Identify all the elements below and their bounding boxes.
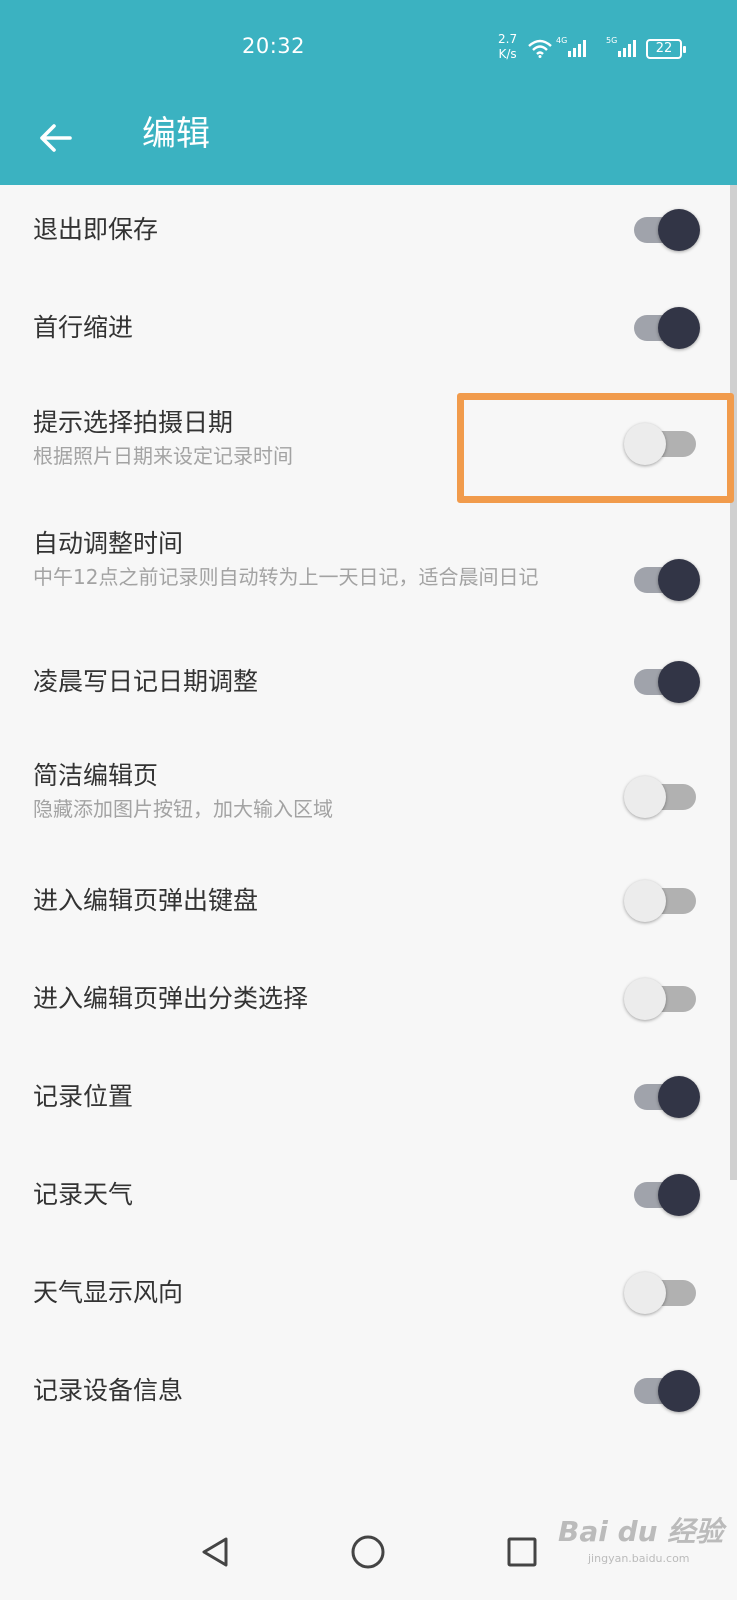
signal-2-icon: 5G bbox=[606, 36, 638, 62]
nav-recents-button[interactable] bbox=[497, 1527, 547, 1577]
setting-title: 进入编辑页弹出键盘 bbox=[33, 886, 259, 915]
signal-1-label: 4G bbox=[556, 36, 568, 45]
setting-row-late-night[interactable]: 凌晨写日记日期调整 bbox=[0, 645, 730, 742]
setting-row-keyboard[interactable]: 进入编辑页弹出键盘 bbox=[0, 868, 730, 966]
scrollbar[interactable] bbox=[730, 185, 737, 1180]
setting-title: 记录位置 bbox=[33, 1082, 134, 1111]
setting-row-wind[interactable]: 天气显示风向 bbox=[0, 1260, 730, 1358]
toggle-switch[interactable] bbox=[632, 305, 700, 351]
wifi-icon bbox=[528, 39, 552, 58]
setting-title: 自动调整时间 bbox=[33, 529, 184, 558]
setting-row-weather[interactable]: 记录天气 bbox=[0, 1162, 730, 1260]
setting-title: 记录设备信息 bbox=[33, 1376, 184, 1405]
setting-title: 退出即保存 bbox=[33, 215, 159, 244]
setting-title: 天气显示风向 bbox=[33, 1278, 184, 1307]
setting-title: 提示选择拍摄日期 bbox=[33, 408, 234, 437]
net-speed-value: 2.7 bbox=[498, 32, 518, 46]
highlight-annotation-box bbox=[457, 393, 734, 503]
toggle-switch[interactable] bbox=[632, 1074, 700, 1120]
setting-row-device[interactable]: 记录设备信息 bbox=[0, 1358, 730, 1456]
settings-screen: 20:32 2.7 K/s 4G 5G 22 编辑 退出即保存 首行缩进 提示选… bbox=[0, 0, 737, 1600]
toggle-switch[interactable] bbox=[624, 1270, 700, 1316]
toolbar: 编辑 bbox=[0, 95, 737, 185]
status-bar: 20:32 2.7 K/s 4G 5G 22 bbox=[0, 0, 737, 95]
net-speed-unit: K/s bbox=[498, 47, 517, 61]
toggle-switch[interactable] bbox=[624, 976, 700, 1022]
toggle-switch[interactable] bbox=[632, 1368, 700, 1414]
arrow-left-icon bbox=[40, 124, 72, 152]
toggle-switch[interactable] bbox=[632, 659, 700, 705]
battery-icon: 22 bbox=[646, 39, 686, 59]
setting-row-auto-adjust[interactable]: 自动调整时间 中午12点之前记录则自动转为上一天日记，适合晨间日记 bbox=[0, 505, 730, 645]
net-speed: 2.7 K/s bbox=[498, 32, 517, 62]
setting-title: 凌晨写日记日期调整 bbox=[33, 667, 259, 696]
back-button[interactable] bbox=[30, 113, 80, 163]
setting-title: 首行缩进 bbox=[33, 313, 134, 342]
setting-title: 记录天气 bbox=[33, 1180, 134, 1209]
toggle-switch[interactable] bbox=[632, 207, 700, 253]
setting-row-indent[interactable]: 首行缩进 bbox=[0, 283, 730, 381]
setting-title: 进入编辑页弹出分类选择 bbox=[33, 984, 309, 1013]
square-recents-icon bbox=[507, 1537, 537, 1567]
settings-list: 退出即保存 首行缩进 提示选择拍摄日期 根据照片日期来设定记录时间 自动调整时间… bbox=[0, 185, 730, 1456]
toggle-switch[interactable] bbox=[624, 878, 700, 924]
setting-subtitle: 中午12点之前记录则自动转为上一天日记，适合晨间日记 bbox=[33, 565, 539, 589]
nav-home-button[interactable] bbox=[343, 1527, 393, 1577]
toggle-switch[interactable] bbox=[624, 774, 700, 820]
nav-back-button[interactable] bbox=[190, 1527, 240, 1577]
watermark-url: jingyan.baidu.com bbox=[588, 1552, 690, 1565]
circle-home-icon bbox=[351, 1535, 385, 1569]
setting-subtitle: 隐藏添加图片按钮，加大输入区域 bbox=[33, 797, 333, 821]
setting-row-simple-editor[interactable]: 简洁编辑页 隐藏添加图片按钮，加大输入区域 bbox=[0, 742, 730, 868]
signal-2-label: 5G bbox=[606, 36, 618, 45]
page-title: 编辑 bbox=[142, 114, 210, 154]
setting-title: 简洁编辑页 bbox=[33, 761, 159, 790]
signal-1-icon: 4G bbox=[556, 36, 588, 62]
triangle-back-icon bbox=[202, 1537, 228, 1567]
watermark: Bai du 经验 bbox=[558, 1515, 724, 1548]
toggle-switch[interactable] bbox=[632, 1172, 700, 1218]
setting-row-exit-save[interactable]: 退出即保存 bbox=[0, 185, 730, 283]
setting-row-location[interactable]: 记录位置 bbox=[0, 1064, 730, 1162]
toggle-switch[interactable] bbox=[632, 557, 700, 603]
setting-row-category[interactable]: 进入编辑页弹出分类选择 bbox=[0, 966, 730, 1064]
